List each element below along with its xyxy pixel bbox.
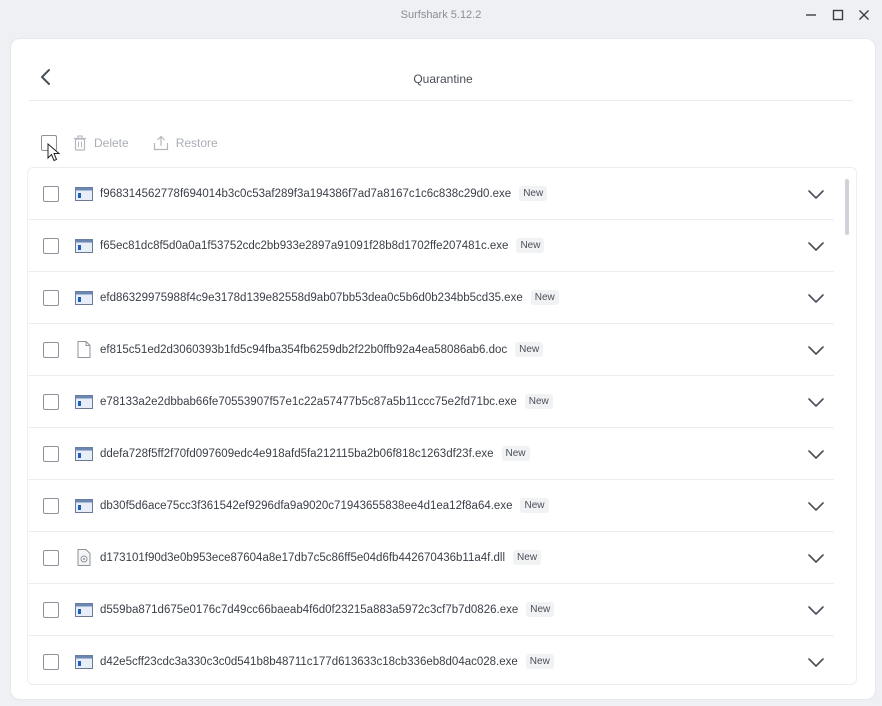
new-badge: New <box>524 394 553 409</box>
trash-icon <box>74 135 86 151</box>
expand-chevron-icon[interactable] <box>806 600 826 620</box>
file-name: f65ec81dc8f5d0a0a1f53752cdc2bb933e2897a9… <box>100 239 509 252</box>
file-row-checkbox[interactable] <box>43 393 59 410</box>
executable-file-icon <box>74 653 94 671</box>
executable-file-icon <box>74 601 94 619</box>
file-name: f968314562778f694014b3c0c53af289f3a19438… <box>100 187 512 200</box>
executable-file-icon <box>74 289 94 307</box>
file-row-checkbox[interactable] <box>43 497 59 514</box>
file-row[interactable]: db30f5d6ace75cc3f361542ef9296dfa9a9020c7… <box>28 480 834 532</box>
mouse-pointer-icon <box>47 143 61 162</box>
file-row[interactable]: efd86329975988f4c9e3178d139e82558d9ab07b… <box>28 272 834 324</box>
expand-chevron-icon[interactable] <box>806 184 826 204</box>
minimize-icon[interactable] <box>800 6 822 24</box>
close-icon[interactable] <box>853 6 875 24</box>
new-badge: New <box>513 550 542 565</box>
file-name: db30f5d6ace75cc3f361542ef9296dfa9a9020c7… <box>100 499 513 512</box>
new-badge: New <box>525 654 554 669</box>
executable-file-icon <box>74 237 94 255</box>
restore-button[interactable]: Restore <box>153 135 218 151</box>
expand-chevron-icon[interactable] <box>806 288 826 308</box>
new-badge: New <box>530 290 559 305</box>
window-title: Surfshark 5.12.2 <box>400 9 482 21</box>
file-row[interactable]: f65ec81dc8f5d0a0a1f53752cdc2bb933e2897a9… <box>28 220 834 272</box>
expand-chevron-icon[interactable] <box>806 392 826 412</box>
expand-chevron-icon[interactable] <box>806 340 826 360</box>
file-row[interactable]: ef815c51ed2d3060393b1fd5c94fba354fb6259d… <box>28 324 834 376</box>
file-row-checkbox[interactable] <box>43 653 59 670</box>
library-file-icon <box>74 549 94 567</box>
new-badge: New <box>516 238 545 253</box>
file-name: efd86329975988f4c9e3178d139e82558d9ab07b… <box>100 291 523 304</box>
window-titlebar: Surfshark 5.12.2 <box>0 0 882 30</box>
new-badge: New <box>526 602 555 617</box>
file-row[interactable]: d173101f90d3e0b953ece87604a8e17db7c5c86f… <box>28 532 834 584</box>
executable-file-icon <box>74 497 94 515</box>
file-name: ddefa728f5ff2f70fd097609edc4e918afd5fa21… <box>100 447 494 460</box>
file-name: ef815c51ed2d3060393b1fd5c94fba354fb6259d… <box>100 343 508 356</box>
file-row[interactable]: ddefa728f5ff2f70fd097609edc4e918afd5fa21… <box>28 428 834 480</box>
executable-file-icon <box>74 445 94 463</box>
quarantine-panel: Quarantine Delete Restore f968314562778f… <box>10 38 876 700</box>
new-badge: New <box>520 498 549 513</box>
file-row[interactable]: f968314562778f694014b3c0c53af289f3a19438… <box>28 168 834 220</box>
new-badge: New <box>515 342 544 357</box>
executable-file-icon <box>74 185 94 203</box>
upload-icon <box>153 135 168 151</box>
file-row[interactable]: d559ba871d675e0176c7d49cc66baeab4f6d0f23… <box>28 584 834 636</box>
file-row-checkbox[interactable] <box>43 289 59 306</box>
file-row-checkbox[interactable] <box>43 549 59 566</box>
file-name: d42e5cff23cdc3a330c3c0d541b8b48711c177d6… <box>100 655 518 668</box>
expand-chevron-icon[interactable] <box>806 236 826 256</box>
document-file-icon <box>74 341 94 359</box>
file-row-checkbox[interactable] <box>43 445 59 462</box>
delete-button[interactable]: Delete <box>73 135 129 151</box>
expand-chevron-icon[interactable] <box>806 496 826 516</box>
expand-chevron-icon[interactable] <box>806 548 826 568</box>
executable-file-icon <box>74 393 94 411</box>
file-name: d559ba871d675e0176c7d49cc66baeab4f6d0f23… <box>100 603 519 616</box>
page-title: Quarantine <box>413 72 473 86</box>
toolbar: Delete Restore <box>41 133 218 153</box>
restore-label: Restore <box>175 136 218 150</box>
list-scrollbar[interactable] <box>845 179 849 235</box>
file-row-checkbox[interactable] <box>43 237 59 254</box>
new-badge: New <box>519 186 548 201</box>
expand-chevron-icon[interactable] <box>806 652 826 672</box>
file-name: d173101f90d3e0b953ece87604a8e17db7c5c86f… <box>100 551 506 564</box>
file-row[interactable]: e78133a2e2dbbab66fe70553907f57e1c22a5747… <box>28 376 834 428</box>
expand-chevron-icon[interactable] <box>806 444 826 464</box>
file-row[interactable]: d42e5cff23cdc3a330c3c0d541b8b48711c177d6… <box>28 636 834 684</box>
file-row-checkbox[interactable] <box>43 185 59 202</box>
file-row-checkbox[interactable] <box>43 341 59 358</box>
maximize-icon[interactable] <box>827 6 849 24</box>
delete-label: Delete <box>94 136 129 150</box>
header-divider <box>29 100 853 101</box>
new-badge: New <box>501 446 530 461</box>
quarantine-file-list: f968314562778f694014b3c0c53af289f3a19438… <box>27 167 857 685</box>
file-row-checkbox[interactable] <box>43 601 59 618</box>
file-name: e78133a2e2dbbab66fe70553907f57e1c22a5747… <box>100 395 517 408</box>
